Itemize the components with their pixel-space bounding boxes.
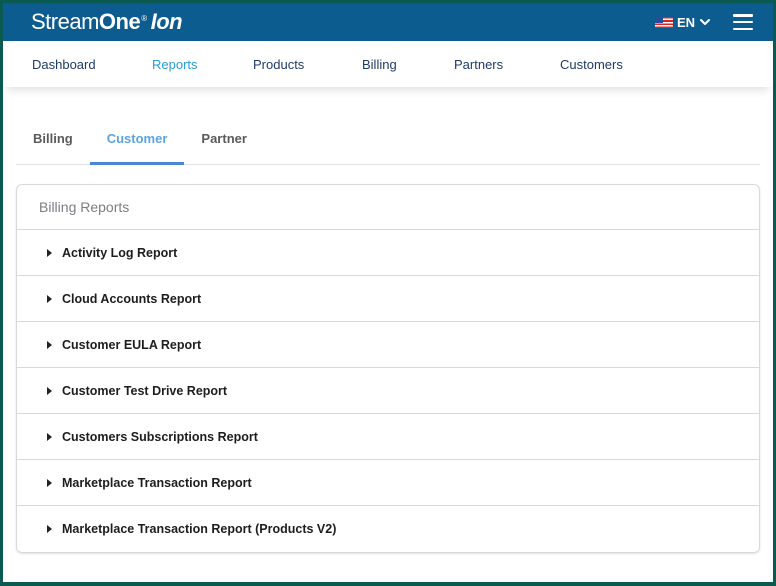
- report-row-customers-subscriptions[interactable]: Customers Subscriptions Report: [17, 414, 759, 460]
- nav-dashboard[interactable]: Dashboard: [32, 57, 152, 72]
- caret-right-icon: [47, 525, 52, 533]
- tab-billing[interactable]: Billing: [16, 131, 90, 164]
- chevron-down-icon: [700, 19, 710, 25]
- report-label: Customer Test Drive Report: [62, 383, 228, 398]
- caret-right-icon: [47, 432, 52, 441]
- report-row-activity-log[interactable]: Activity Log Report: [17, 230, 759, 276]
- report-row-marketplace-transaction-v2[interactable]: Marketplace Transaction Report (Products…: [17, 506, 759, 552]
- report-label: Customer EULA Report: [62, 337, 202, 352]
- logo-stream-text: Stream: [31, 9, 99, 34]
- report-row-customer-test-drive[interactable]: Customer Test Drive Report: [17, 368, 759, 414]
- nav-partners[interactable]: Partners: [454, 57, 560, 72]
- tab-customer[interactable]: Customer: [89, 131, 185, 165]
- report-label: Activity Log Report: [62, 245, 178, 260]
- nav-billing[interactable]: Billing: [362, 57, 454, 72]
- nav-customers[interactable]: Customers: [560, 57, 623, 72]
- report-row-customer-eula[interactable]: Customer EULA Report: [17, 322, 759, 368]
- streamone-ion-logo[interactable]: Stream One ® Ion: [31, 9, 183, 35]
- nav-products[interactable]: Products: [253, 57, 362, 72]
- top-bar-actions: EN: [654, 14, 753, 30]
- caret-right-icon: [47, 478, 52, 487]
- main-content: Billing Customer Partner Billing Reports…: [3, 87, 773, 553]
- caret-right-icon: [47, 386, 52, 395]
- report-label: Cloud Accounts Report: [62, 291, 202, 306]
- logo-ion-text: Ion: [150, 9, 183, 34]
- app-frame: Stream One ® Ion EN Dashboard Reports Produ…: [3, 3, 773, 582]
- caret-right-icon: [47, 294, 52, 303]
- tab-partner[interactable]: Partner: [184, 131, 264, 164]
- language-code: EN: [676, 14, 695, 30]
- panel-title: Billing Reports: [17, 185, 759, 230]
- report-label: Marketplace Transaction Report: [62, 475, 252, 490]
- us-flag-icon: [654, 16, 673, 28]
- language-selector[interactable]: EN: [654, 14, 711, 30]
- caret-right-icon: [47, 248, 52, 257]
- report-label: Marketplace Transaction Report (Products…: [62, 522, 337, 536]
- caret-right-icon: [47, 340, 52, 349]
- report-row-cloud-accounts[interactable]: Cloud Accounts Report: [17, 276, 759, 322]
- nav-reports[interactable]: Reports: [152, 57, 253, 72]
- report-label: Customers Subscriptions Report: [62, 429, 258, 444]
- hamburger-menu-icon[interactable]: [733, 14, 753, 30]
- report-row-marketplace-transaction[interactable]: Marketplace Transaction Report: [17, 460, 759, 506]
- main-nav: Dashboard Reports Products Billing Partn…: [3, 41, 773, 87]
- report-tabs: Billing Customer Partner: [16, 87, 760, 165]
- logo-registered-mark: ®: [141, 14, 147, 23]
- billing-reports-panel: Billing Reports Activity Log Report Clou…: [16, 184, 760, 553]
- logo-one-text: One: [98, 9, 141, 34]
- top-bar: Stream One ® Ion EN: [3, 3, 773, 41]
